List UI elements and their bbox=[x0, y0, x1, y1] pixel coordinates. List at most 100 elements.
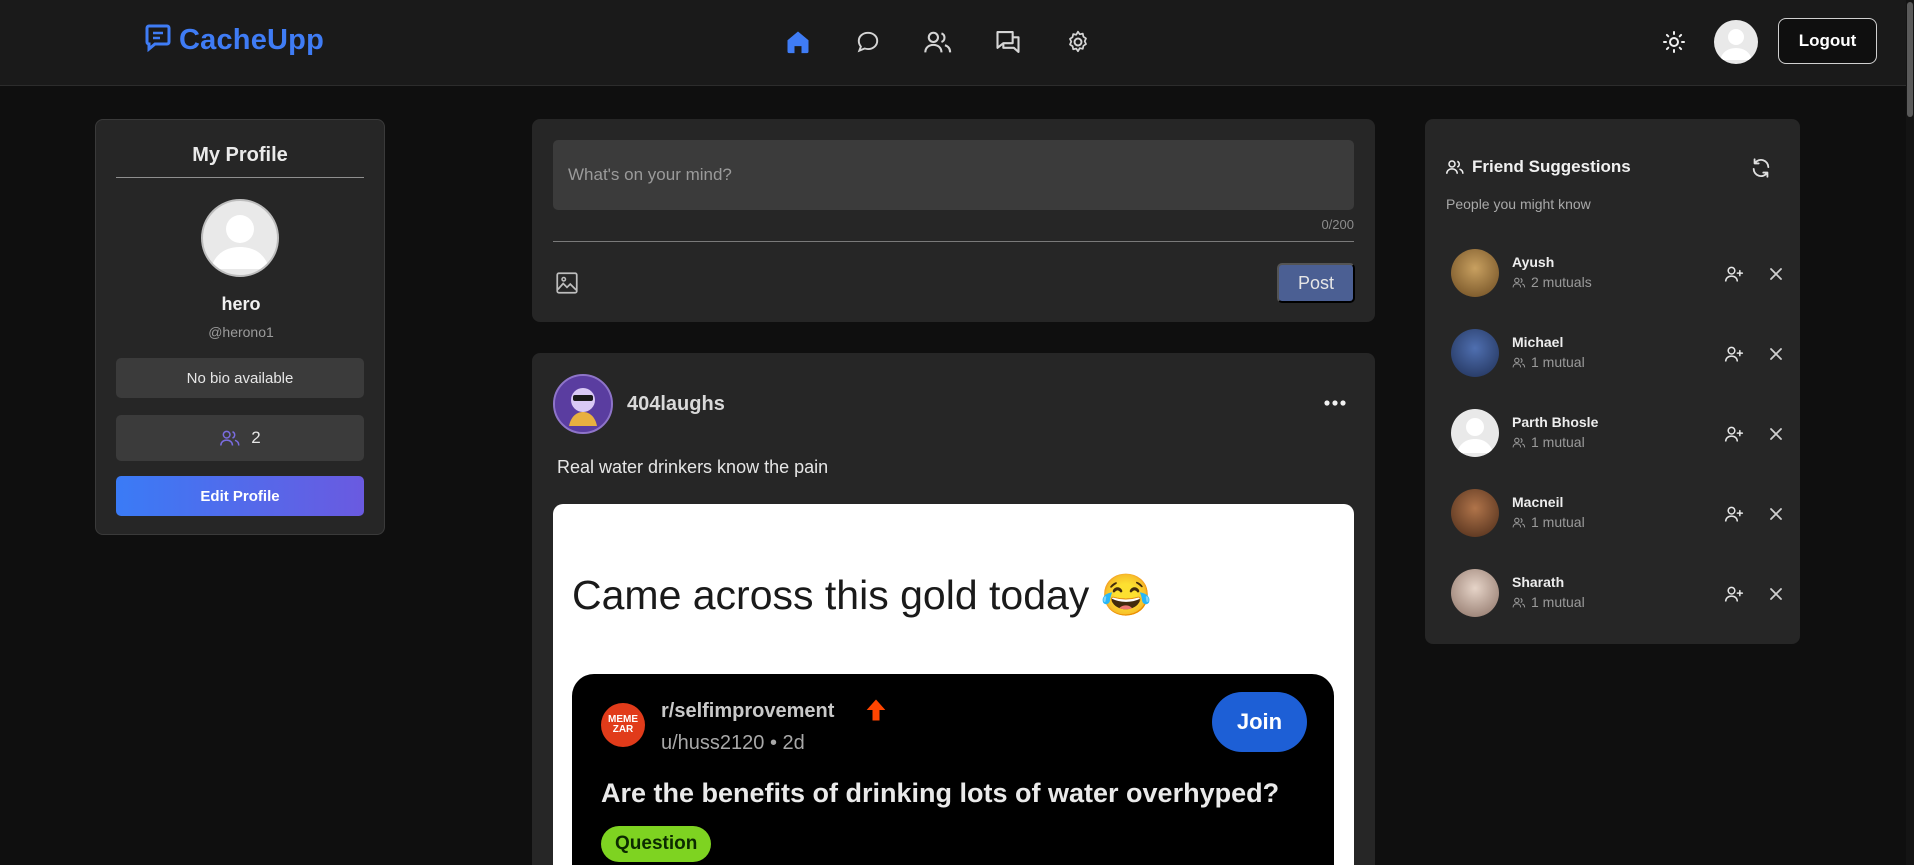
settings-icon bbox=[1069, 30, 1087, 53]
suggestion-mutual-label: 1 mutual bbox=[1531, 594, 1585, 610]
page-scrollbar[interactable] bbox=[1906, 0, 1914, 865]
close-icon bbox=[1770, 588, 1782, 600]
suggestion-mutual-label: 1 mutual bbox=[1531, 434, 1585, 450]
profile-title: My Profile bbox=[116, 144, 364, 178]
suggestion-mutual: 1 mutual bbox=[1512, 594, 1585, 610]
suggestions-header: Friend Suggestions bbox=[1445, 157, 1631, 177]
post-text: Real water drinkers know the pain bbox=[557, 457, 829, 477]
suggestion-avatar[interactable] bbox=[1451, 569, 1499, 617]
post-author-name[interactable]: 404laughs bbox=[627, 393, 725, 416]
nav-chat[interactable] bbox=[850, 24, 886, 60]
post-composer: 0/200 Post bbox=[532, 119, 1375, 322]
upvote-icon bbox=[866, 699, 886, 721]
nav-friends[interactable] bbox=[920, 24, 956, 60]
edit-profile-button[interactable]: Edit Profile bbox=[116, 476, 364, 516]
mutual-friends-icon bbox=[1512, 437, 1526, 447]
suggestion-avatar[interactable] bbox=[1451, 329, 1499, 377]
main-nav bbox=[780, 24, 1096, 60]
refresh-suggestions-button[interactable] bbox=[1748, 155, 1774, 181]
user-avatar[interactable] bbox=[1714, 20, 1758, 64]
meme-reddit-card: MEME ZAR r/selfimprovement u/huss2120 • … bbox=[572, 674, 1334, 865]
friend-suggestions-card: Friend Suggestions People you might know… bbox=[1425, 119, 1800, 644]
dismiss-suggestion-button[interactable] bbox=[1763, 501, 1789, 527]
add-friend-button[interactable] bbox=[1721, 261, 1747, 287]
top-navbar: CacheUpp Logout bbox=[0, 0, 1914, 86]
suggestion-name[interactable]: Sharath bbox=[1512, 574, 1564, 590]
image-icon bbox=[556, 272, 578, 294]
suggestion-avatar[interactable] bbox=[1451, 489, 1499, 537]
dismiss-suggestion-button[interactable] bbox=[1763, 261, 1789, 287]
suggestions-title: Friend Suggestions bbox=[1472, 157, 1631, 176]
suggestion-mutual-label: 1 mutual bbox=[1531, 514, 1585, 530]
theme-toggle-button[interactable] bbox=[1656, 24, 1692, 60]
mutual-friends-icon bbox=[1512, 517, 1526, 527]
profile-avatar[interactable] bbox=[201, 199, 279, 277]
logout-button[interactable]: Logout bbox=[1778, 18, 1877, 64]
meme-zar-logo: MEME ZAR bbox=[601, 703, 645, 747]
post-card: 404laughs Real water drinkers know the p… bbox=[532, 353, 1375, 865]
suggestion-avatar[interactable] bbox=[1451, 409, 1499, 457]
dismiss-suggestion-button[interactable] bbox=[1763, 421, 1789, 447]
add-user-icon bbox=[1724, 506, 1744, 522]
profile-name: hero bbox=[221, 294, 261, 314]
post-button[interactable]: Post bbox=[1277, 263, 1355, 303]
friends-icon bbox=[924, 31, 952, 53]
nav-settings[interactable] bbox=[1060, 24, 1096, 60]
dismiss-suggestion-button[interactable] bbox=[1763, 581, 1789, 607]
suggestion-avatar[interactable] bbox=[1451, 249, 1499, 297]
meme-join-button: Join bbox=[1212, 692, 1307, 752]
meme-flair: Question bbox=[601, 826, 712, 862]
suggestion-name[interactable]: Ayush bbox=[1512, 254, 1554, 270]
mutual-friends-icon bbox=[1512, 277, 1526, 287]
friends-count[interactable]: 2 bbox=[116, 415, 364, 461]
suggestion-mutual: 2 mutuals bbox=[1512, 274, 1592, 290]
suggestion-name[interactable]: Michael bbox=[1512, 334, 1563, 350]
mutual-friends-icon bbox=[1512, 357, 1526, 367]
suggestion-mutual: 1 mutual bbox=[1512, 434, 1585, 450]
app-logo[interactable]: CacheUpp bbox=[145, 24, 324, 57]
sun-icon bbox=[1663, 31, 1685, 53]
nav-home[interactable] bbox=[780, 24, 816, 60]
friends-icon bbox=[220, 430, 240, 446]
close-icon bbox=[1770, 268, 1782, 280]
add-friend-button[interactable] bbox=[1721, 341, 1747, 367]
profile-card: My Profile hero @herono1 No bio availabl… bbox=[95, 119, 385, 535]
messages-icon bbox=[996, 31, 1020, 53]
nav-messages[interactable] bbox=[990, 24, 1026, 60]
add-friend-button[interactable] bbox=[1721, 501, 1747, 527]
logo-icon bbox=[145, 24, 171, 57]
char-counter: 0/200 bbox=[1321, 217, 1354, 232]
close-icon bbox=[1770, 428, 1782, 440]
post-input[interactable] bbox=[553, 140, 1354, 210]
mutual-friends-icon bbox=[1512, 597, 1526, 607]
suggestion-mutual: 1 mutual bbox=[1512, 354, 1585, 370]
add-user-icon bbox=[1724, 426, 1744, 442]
profile-bio: No bio available bbox=[116, 358, 364, 398]
add-user-icon bbox=[1724, 586, 1744, 602]
home-icon bbox=[787, 31, 809, 54]
suggestion-name[interactable]: Macneil bbox=[1512, 494, 1563, 510]
more-icon bbox=[1324, 400, 1346, 406]
suggestions-subtitle: People you might know bbox=[1446, 196, 1591, 212]
app-name: CacheUpp bbox=[179, 24, 325, 56]
suggestion-item: Ayush 2 mutuals bbox=[1451, 249, 1782, 299]
add-friend-button[interactable] bbox=[1721, 581, 1747, 607]
close-icon bbox=[1770, 508, 1782, 520]
scrollbar-thumb[interactable] bbox=[1907, 2, 1913, 117]
post-image[interactable]: Came across this gold today 😂 MEME ZAR r… bbox=[553, 504, 1354, 865]
add-friend-button[interactable] bbox=[1721, 421, 1747, 447]
suggestion-item: Parth Bhosle 1 mutual bbox=[1451, 409, 1782, 459]
suggestion-mutual: 1 mutual bbox=[1512, 514, 1585, 530]
dismiss-suggestion-button[interactable] bbox=[1763, 341, 1789, 367]
add-image-button[interactable] bbox=[553, 269, 581, 297]
suggestion-name[interactable]: Parth Bhosle bbox=[1512, 414, 1598, 430]
post-author-avatar[interactable] bbox=[553, 374, 613, 434]
post-menu-button[interactable] bbox=[1317, 385, 1353, 421]
meme-meta: u/huss2120 • 2d bbox=[661, 732, 805, 754]
chat-icon bbox=[857, 31, 879, 53]
composer-divider bbox=[553, 241, 1354, 242]
suggestion-item: Michael 1 mutual bbox=[1451, 329, 1782, 379]
suggestion-mutual-label: 2 mutuals bbox=[1531, 274, 1592, 290]
friends-icon bbox=[1446, 160, 1464, 174]
add-user-icon bbox=[1724, 266, 1744, 282]
